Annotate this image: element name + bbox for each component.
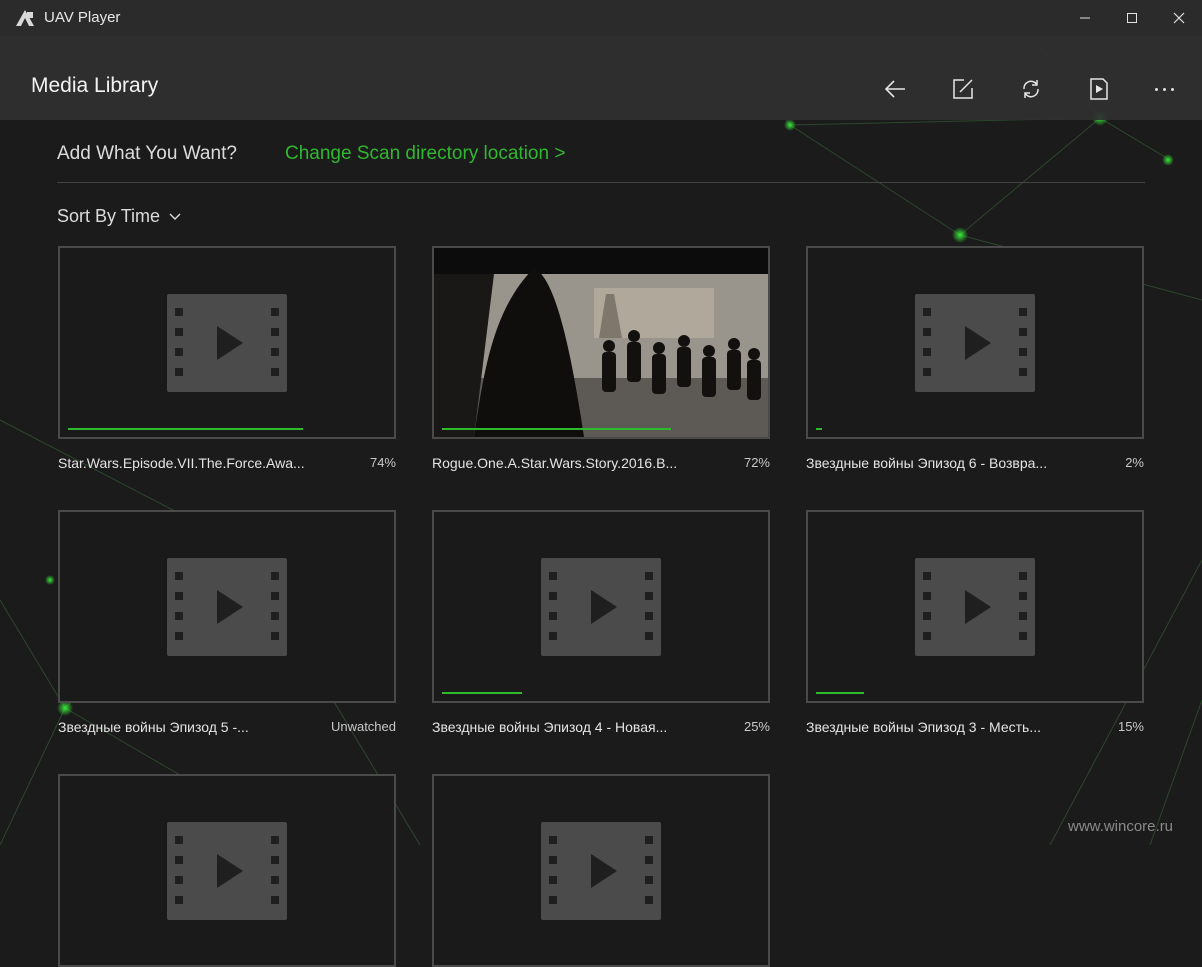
media-title: Звездные войны Эпизод 5 -... — [58, 719, 249, 735]
media-title: Star.Wars.Episode.VII.The.Force.Awa... — [58, 455, 305, 471]
app-logo-icon — [16, 10, 34, 26]
video-file-icon — [541, 822, 661, 920]
minimize-icon — [1080, 17, 1090, 19]
watch-status: Unwatched — [330, 719, 396, 734]
media-thumbnail[interactable] — [432, 774, 770, 967]
play-file-icon — [1090, 78, 1108, 100]
media-thumbnail[interactable] — [58, 510, 396, 703]
back-button[interactable] — [877, 72, 913, 106]
library-content: Add What You Want? Change Scan directory… — [0, 120, 1202, 967]
title-bar: UAV Player — [0, 0, 1202, 36]
watch-progress-bar — [68, 428, 304, 430]
window-title: UAV Player — [44, 9, 121, 26]
watch-progress-bar — [816, 428, 823, 430]
maximize-button[interactable] — [1109, 0, 1155, 36]
edit-button[interactable] — [945, 72, 981, 106]
refresh-button[interactable] — [1013, 72, 1049, 106]
media-title: Rogue.One.A.Star.Wars.Story.2016.B... — [432, 455, 678, 471]
media-thumbnail[interactable] — [432, 510, 770, 703]
media-thumbnail[interactable] — [432, 246, 770, 439]
header-bar: Media Library — [0, 36, 1202, 120]
video-file-icon — [167, 822, 287, 920]
change-scan-directory-link[interactable]: Change Scan directory location > — [285, 143, 565, 165]
divider — [57, 182, 1145, 183]
video-thumbnail — [434, 248, 768, 437]
watch-status: 25% — [743, 719, 770, 734]
media-title: Звездные войны Эпизод 4 - Новая... — [432, 719, 668, 735]
more-icon — [1154, 87, 1158, 91]
video-file-icon — [167, 294, 287, 392]
sort-dropdown[interactable]: Sort By Time — [57, 206, 181, 227]
watch-status: 2% — [1125, 455, 1144, 470]
video-file-icon — [541, 558, 661, 656]
media-thumbnail[interactable] — [806, 246, 1144, 439]
media-thumbnail[interactable] — [58, 246, 396, 439]
watch-status: 15% — [1117, 719, 1144, 734]
minimize-button[interactable] — [1062, 0, 1108, 36]
video-file-icon — [167, 558, 287, 656]
media-thumbnail[interactable] — [806, 510, 1144, 703]
more-button[interactable] — [1146, 72, 1182, 106]
media-title: Звездные войны Эпизод 3 - Месть... — [806, 719, 1042, 735]
media-thumbnail[interactable] — [58, 774, 396, 967]
add-prompt-label: Add What You Want? — [57, 143, 237, 164]
chevron-down-icon — [169, 213, 181, 220]
page-title: Media Library — [31, 74, 159, 97]
watch-progress-bar — [442, 692, 522, 694]
video-file-icon — [915, 294, 1035, 392]
close-button[interactable] — [1156, 0, 1202, 36]
video-file-icon — [915, 558, 1035, 656]
close-icon — [1173, 12, 1185, 24]
media-title: Звездные войны Эпизод 6 - Возвра... — [806, 455, 1048, 471]
edit-icon — [953, 79, 973, 99]
back-arrow-icon — [884, 80, 905, 98]
maximize-icon — [1127, 13, 1137, 23]
refresh-icon — [1023, 80, 1039, 98]
watch-status: 72% — [743, 455, 770, 470]
watch-status: 74% — [369, 455, 396, 470]
play-file-button[interactable] — [1081, 72, 1117, 106]
watch-progress-bar — [442, 428, 671, 430]
watch-progress-bar — [816, 692, 864, 694]
watermark: www.wincore.ru — [1068, 818, 1174, 835]
sort-label: Sort By Time — [57, 206, 161, 226]
